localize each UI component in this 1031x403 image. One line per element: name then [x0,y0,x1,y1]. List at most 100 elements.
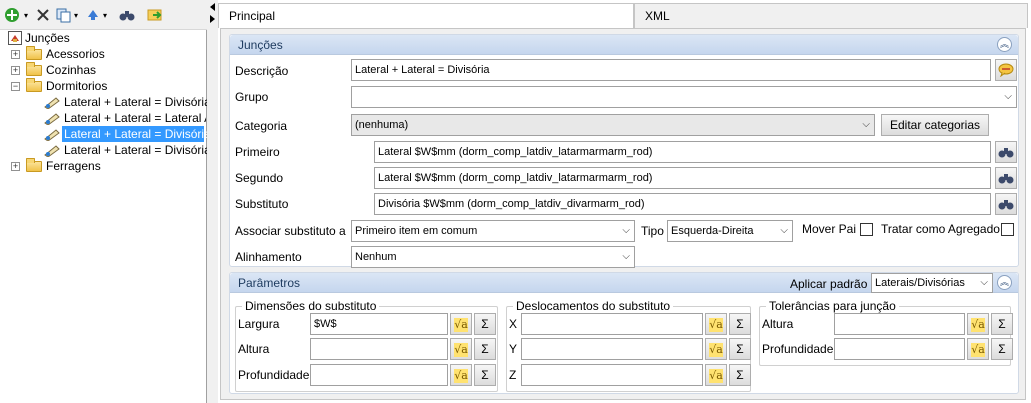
profundidade-formula-button[interactable]: √a [450,364,472,386]
expand-ferragens-icon[interactable]: + [11,162,20,171]
comment-button[interactable] [995,59,1017,81]
alinhamento-value: Nenhum [355,251,397,263]
tree-item-junction[interactable]: Lateral + Lateral = Divisória [44,94,211,110]
segundo-field[interactable]: Lateral $W$mm (dorm_comp_latdiv_latarmar… [374,167,991,189]
altura-field[interactable] [310,338,448,360]
z-formula-button[interactable]: √a [705,364,727,386]
substituto-search-button[interactable] [995,193,1017,215]
z-label: Z [509,368,517,382]
collapse-juncoes-icon[interactable]: ︽ [997,37,1012,52]
profundidade-sum-button[interactable]: Σ [474,364,496,386]
tol-altura-formula-button[interactable]: √a [967,313,989,335]
largura-sum-button[interactable]: Σ [474,313,496,335]
z-field[interactable] [521,364,703,386]
grupo-select[interactable]: ⌵ [351,86,1017,108]
formula-icon: √a [709,369,723,383]
sigma-icon: Σ [736,368,744,382]
export-icon[interactable] [146,7,164,23]
add-dropdown-icon[interactable]: ▾ [22,7,30,23]
tab-bar: Principal XML [218,3,1028,28]
tol-profundidade-sum-button[interactable]: Σ [991,338,1013,360]
largura-field[interactable]: $W$ [310,313,448,335]
chevron-down-icon: ⌵ [622,225,630,236]
editar-categorias-button[interactable]: Editar categorias [881,114,989,136]
tol-profundidade-field[interactable] [834,338,965,360]
profundidade-field[interactable] [310,364,448,386]
tol-altura-field[interactable] [834,313,965,335]
search-binoculars-icon[interactable] [118,7,136,23]
tree-item-junction[interactable]: Lateral + Lateral = Divisória [44,142,211,158]
categoria-select[interactable]: (nenhuma) ⌵ [351,114,875,136]
move-up-icon[interactable] [86,7,100,23]
dimensoes-title: Dimensões do substituto [242,299,380,313]
primeiro-search-button[interactable] [995,141,1017,163]
associar-value: Primeiro item em comum [355,225,478,237]
tipo-label: Tipo [641,224,664,238]
copy-dropdown-icon[interactable]: ▾ [72,7,80,23]
profundidade-label: Profundidade [238,368,310,382]
chevron-down-icon: ⌵ [622,251,630,262]
collapse-dormitorios-icon[interactable]: − [11,82,20,91]
tol-profundidade-formula-button[interactable]: √a [967,338,989,360]
tree-item-junction[interactable]: Lateral + Lateral = Lateral A [44,110,206,126]
largura-formula-button[interactable]: √a [450,313,472,335]
substituto-field[interactable]: Divisória $W$mm (dorm_comp_latdiv_divarm… [374,193,991,215]
parametros-header: Parâmetros Aplicar padrão Laterais/Divis… [230,273,1018,293]
x-field[interactable] [521,313,703,335]
tree-folder-label: Cozinhas [46,63,97,77]
substituto-label: Substituto [235,197,289,211]
tree-item-label: Lateral + Lateral = Divisória [64,95,211,109]
pane-splitter[interactable] [207,0,218,403]
expand-cozinhas-icon[interactable]: + [11,66,20,75]
formula-icon: √a [971,318,985,332]
delete-icon[interactable] [36,7,50,23]
altura-formula-button[interactable]: √a [450,338,472,360]
chevron-down-icon: ⌵ [862,119,870,130]
folder-icon [26,62,42,76]
x-formula-button[interactable]: √a [705,313,727,335]
y-field[interactable] [521,338,703,360]
z-sum-button[interactable]: Σ [729,364,751,386]
sigma-icon: Σ [998,342,1006,356]
y-formula-button[interactable]: √a [705,338,727,360]
copy-icon[interactable] [56,7,72,23]
deslocamentos-title: Deslocamentos do substituto [513,299,674,313]
junction-item-icon [44,145,60,157]
collapse-parametros-icon[interactable]: ︽ [997,275,1012,290]
folder-icon [26,46,42,60]
tab-principal[interactable]: Principal [218,3,634,28]
add-icon[interactable] [4,7,20,23]
tree-folder-label: Ferragens [46,159,101,173]
folder-open-icon [26,78,42,92]
y-sum-button[interactable]: Σ [729,338,751,360]
tree-toolbar: ▾ ▾ ▾ [0,0,207,30]
deslocamentos-group: Deslocamentos do substituto X √a Σ Y √a … [506,299,751,392]
altura-sum-button[interactable]: Σ [474,338,496,360]
x-sum-button[interactable]: Σ [729,313,751,335]
splitter-arrows-icon[interactable] [207,2,218,26]
formula-icon: √a [709,343,723,357]
junction-item-icon [44,113,60,125]
tree-item-junction-selected[interactable]: Lateral + Lateral = Divisória [44,126,211,142]
mover-pai-label: Mover Pai [802,222,857,236]
primeiro-field[interactable]: Lateral $W$mm (dorm_comp_latdiv_latarmar… [374,141,991,163]
associar-select[interactable]: Primeiro item em comum ⌵ [351,220,635,242]
tab-xml[interactable]: XML [634,3,1028,28]
mover-pai-checkbox[interactable] [860,223,873,236]
categoria-label: Categoria [235,119,288,133]
alinhamento-select[interactable]: Nenhum ⌵ [351,246,635,268]
sigma-icon: Σ [736,317,744,331]
move-dropdown-icon[interactable]: ▾ [101,7,109,23]
expand-acessorios-icon[interactable]: + [11,50,20,59]
tratar-agregado-label: Tratar como Agregado [881,222,1000,236]
tratar-agregado-checkbox[interactable] [1001,223,1014,236]
tipo-select[interactable]: Esquerda-Direita ⌵ [667,220,793,242]
descricao-field[interactable]: Lateral + Lateral = Divisória [351,59,991,81]
sigma-icon: Σ [998,317,1006,331]
tol-altura-sum-button[interactable]: Σ [991,313,1013,335]
chevron-down-icon: ⌵ [1004,91,1012,102]
largura-label: Largura [238,317,280,331]
segundo-search-button[interactable] [995,167,1017,189]
aplicar-padrao-select[interactable]: Laterais/Divisórias ⌵ [871,273,993,293]
juncoes-header: Junções ︽ [230,35,1018,55]
